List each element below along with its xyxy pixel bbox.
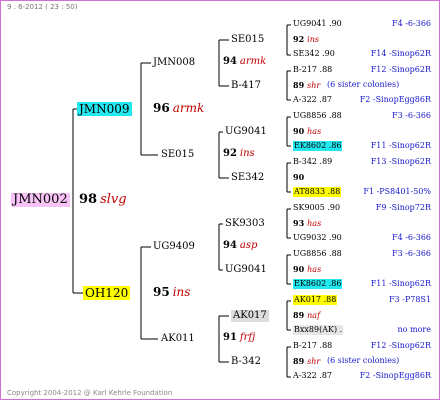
gen4-node: 92 ins [293, 34, 319, 44]
origin-note: F12 -Sinop62R [370, 341, 431, 350]
copyright-footer: Copyright 2004-2012 @ Karl Kehrle Founda… [7, 389, 173, 397]
gen3-node[interactable]: B-417 [231, 80, 261, 92]
origin-note: F4 -6-366 [392, 19, 431, 28]
origin-note: F1 -PS8401-50% [363, 187, 431, 196]
origin-note: F11 -Sinop62R [370, 141, 431, 150]
gen3-node[interactable]: SE015 [231, 34, 264, 46]
gen4-node[interactable]: SK9005 .90 [293, 203, 340, 213]
gen4-node[interactable]: B-342 .89 [293, 157, 332, 167]
root-mating-year: 98 slvg [79, 192, 127, 207]
gen4-node[interactable]: UG9032 .90 [293, 233, 342, 243]
gen4-node[interactable]: SE342 .90 [293, 49, 335, 59]
gen4-node[interactable]: EK8602 .86 [293, 141, 343, 151]
gen4-node[interactable]: AK017 .88 [293, 295, 338, 305]
origin-note: F11 -Sinop62R [370, 279, 431, 288]
origin-note: F13 -Sinop62R [370, 157, 431, 166]
gen3-node[interactable]: AK017 [231, 310, 269, 322]
gen2-mating: 91 frfj [223, 332, 256, 343]
gen4-node: 90 has [293, 264, 322, 274]
gen2-mating: 94 armk [223, 56, 267, 67]
root-queen[interactable]: JMN002 [11, 193, 70, 207]
gen4-node: 89 shr [293, 356, 321, 366]
gen4-node[interactable]: Bxx89(AK) . [293, 325, 344, 335]
origin-note: F14 -Sinop62R [370, 49, 431, 58]
pedigree-frame: 9 . 6-2012 ( 23 : 50) JMN002 98 slvg JMN… [0, 0, 440, 400]
gen4-node[interactable]: A-322 .87 [293, 95, 332, 105]
gen3-node[interactable]: B-342 [231, 356, 261, 368]
gen3-node[interactable]: UG9041 [225, 264, 267, 276]
origin-note: F9 -Sinop72R [375, 203, 431, 212]
origin-note: F3 -6-366 [392, 111, 431, 120]
gen2-node[interactable]: UG9409 [153, 241, 195, 253]
gen3-node[interactable]: SE342 [231, 172, 264, 184]
sister-colonies-note: (6 sister colonies) [327, 80, 400, 89]
gen4-node: 90 has [293, 126, 322, 136]
origin-note: no more [397, 325, 431, 334]
gen4-node: 90 [293, 172, 305, 182]
gen4-node[interactable]: AT8833 .88 [293, 187, 342, 197]
gen1-dam-mating: 96 armk [153, 101, 205, 115]
gen4-node: 89 naf [293, 310, 321, 320]
origin-note: F3 -6-366 [392, 249, 431, 258]
gen4-node: 93 has [293, 218, 322, 228]
gen2-mating: 94 asp [223, 240, 258, 251]
gen3-node[interactable]: UG9041 [225, 126, 267, 138]
origin-note: F4 -6-366 [392, 233, 431, 242]
gen1-sire[interactable]: OH120 [83, 286, 131, 300]
gen4-node[interactable]: UG8856 .88 [293, 249, 342, 259]
gen4-node[interactable]: A-322 .87 [293, 371, 332, 381]
origin-note: F2 -SinopEgg86R [359, 95, 431, 104]
gen4-node[interactable]: UG9041 .90 [293, 19, 342, 29]
gen4-node[interactable]: EK8602 .86 [293, 279, 343, 289]
origin-note: F2 -SinopEgg86R [359, 371, 431, 380]
gen3-node[interactable]: SK9303 [225, 218, 265, 230]
gen2-mating: 92 ins [223, 148, 255, 159]
gen4-node[interactable]: B-217 .88 [293, 341, 332, 351]
origin-note: F3 -P78S1 [388, 295, 431, 304]
origin-note: F12 -Sinop62R [370, 65, 431, 74]
gen1-sire-mating: 95 ins [153, 285, 191, 299]
gen1-dam[interactable]: JMN009 [77, 102, 132, 116]
gen4-node[interactable]: B-217 .88 [293, 65, 332, 75]
sister-colonies-note: (6 sister colonies) [327, 356, 400, 365]
gen2-node[interactable]: SE015 [161, 149, 194, 161]
gen2-node[interactable]: JMN008 [153, 57, 195, 69]
gen2-node[interactable]: AK011 [161, 333, 195, 345]
gen4-node: 89 shr [293, 80, 321, 90]
gen4-node[interactable]: UG8856 .88 [293, 111, 342, 121]
